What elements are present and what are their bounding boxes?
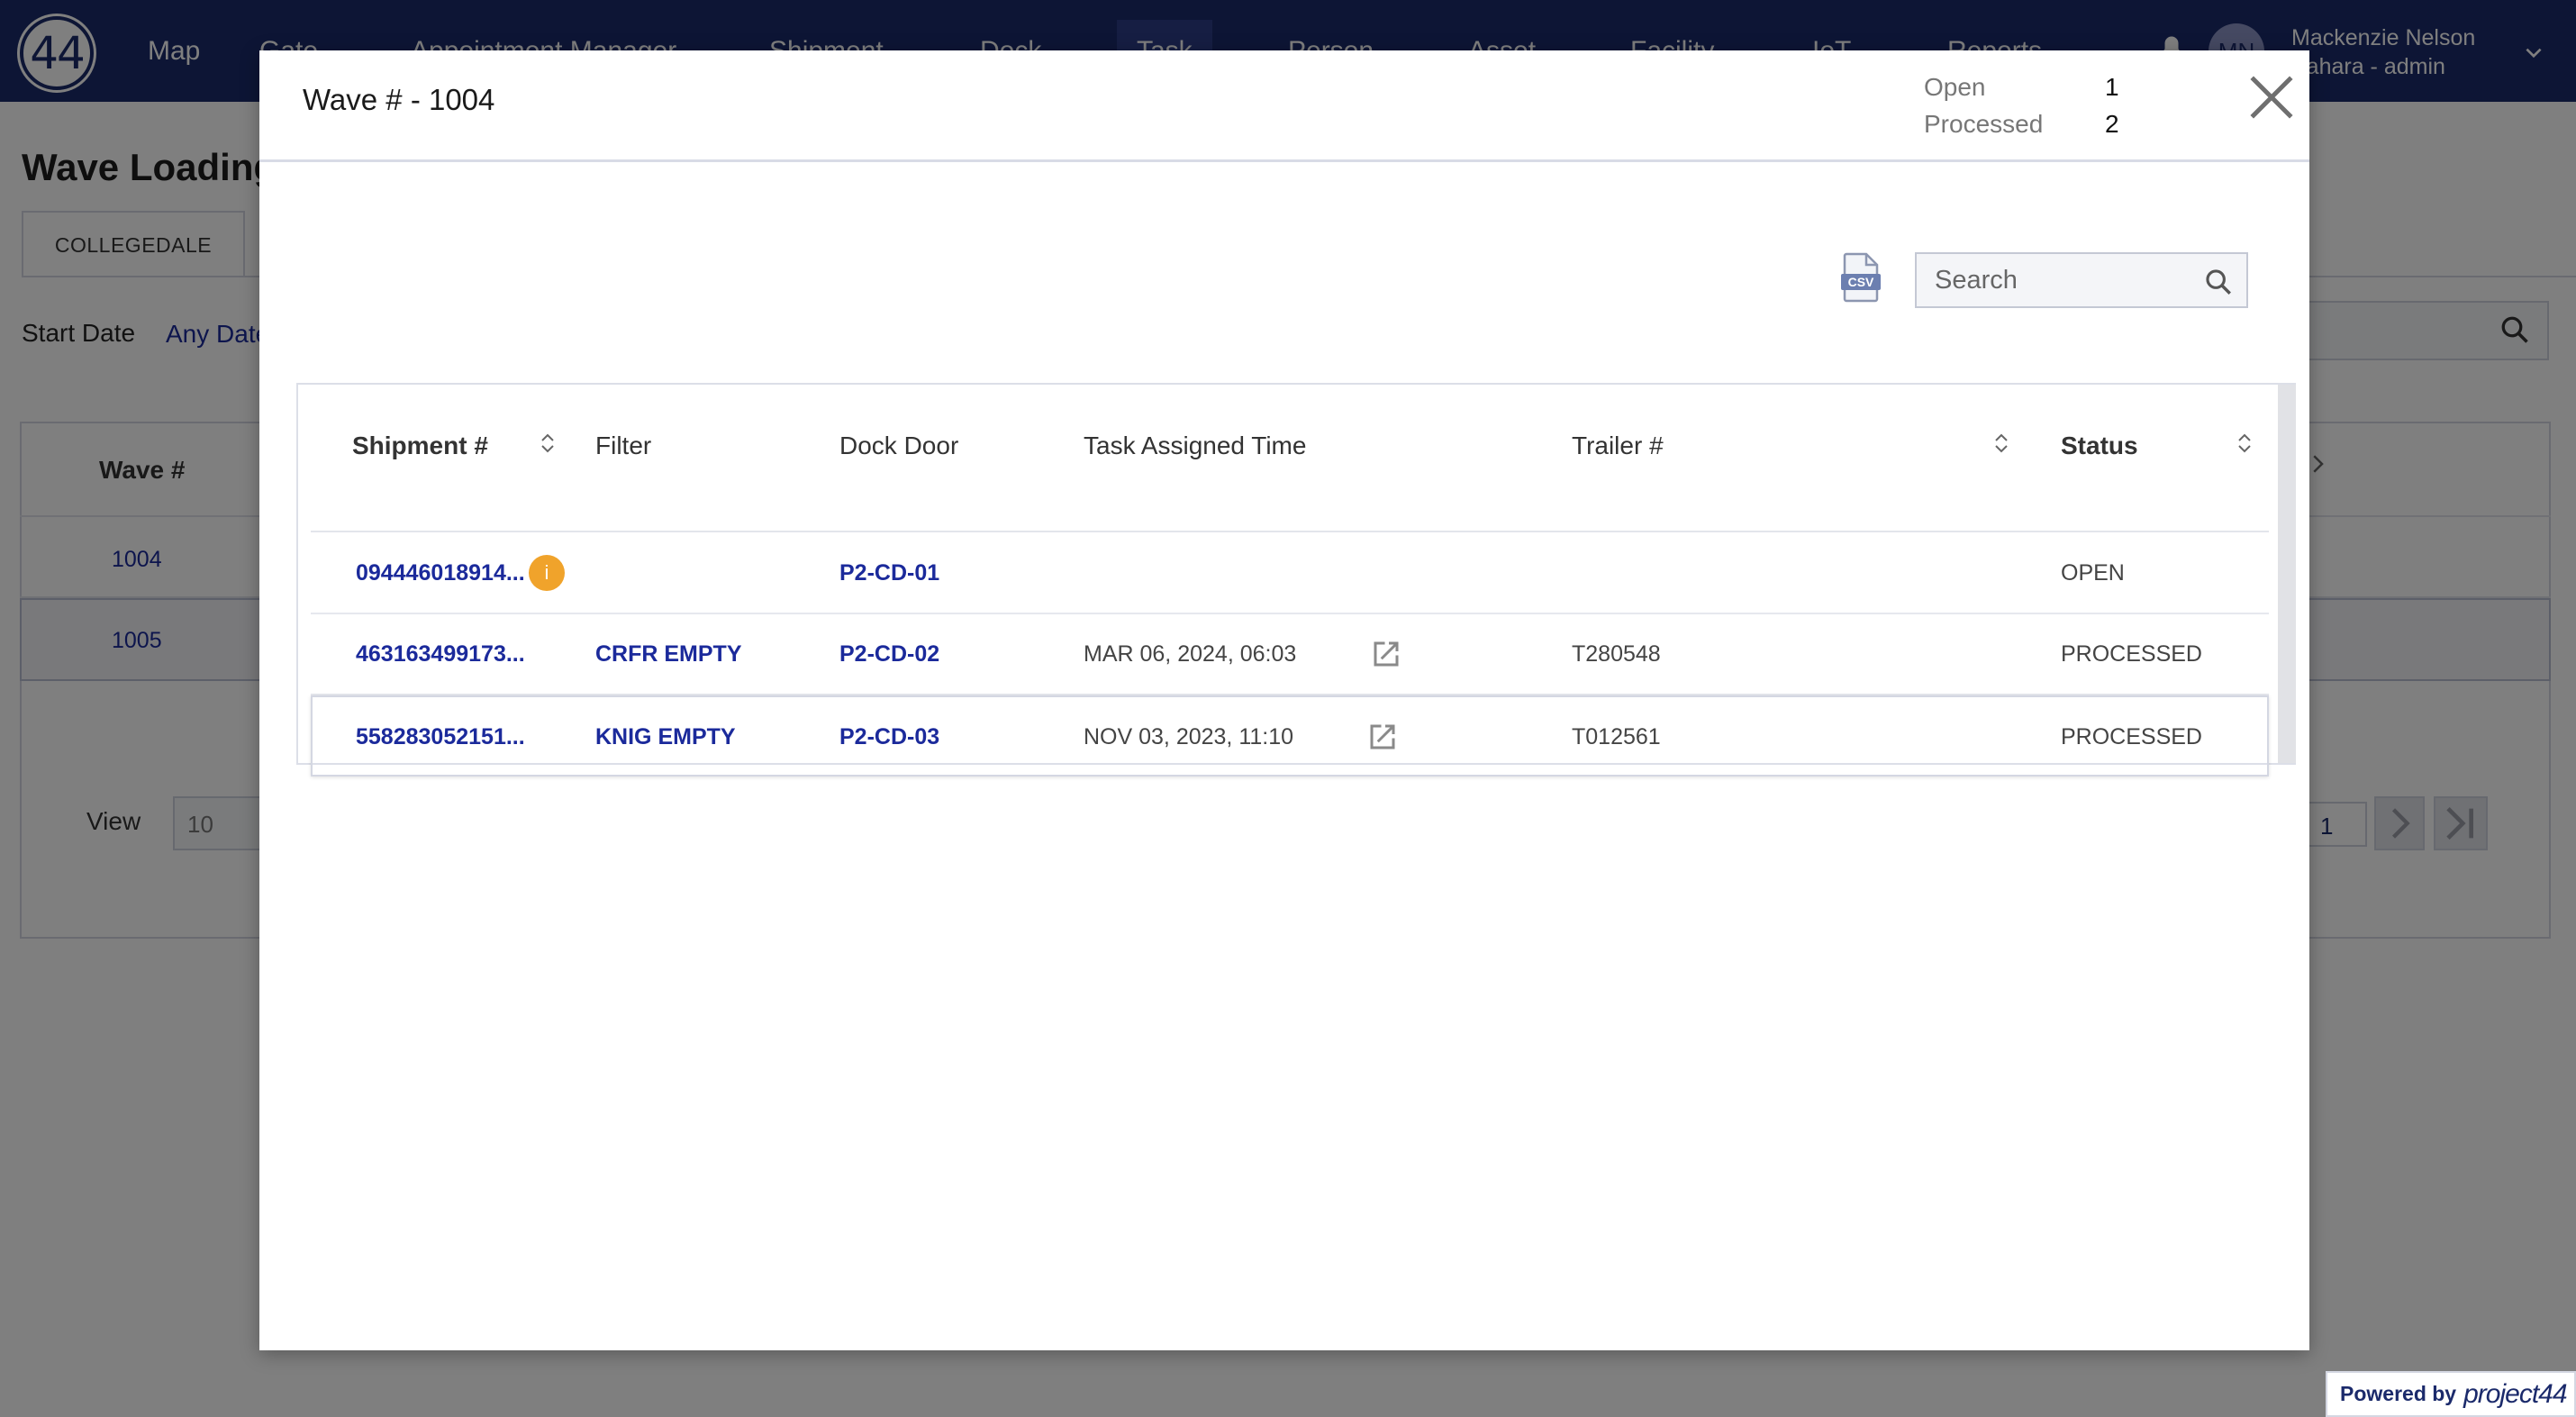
filter-link[interactable]: CRFR EMPTY [595, 641, 742, 668]
table-row[interactable]: 094446018914... i P2-CD-01 OPEN [311, 533, 2269, 614]
csv-export-icon[interactable]: CSV [1839, 252, 1882, 303]
close-icon[interactable] [2246, 72, 2297, 123]
trailer-number: T012561 [1572, 724, 1661, 749]
info-icon[interactable]: i [529, 555, 565, 591]
processed-count-label: Processed [1924, 110, 2044, 138]
column-header-filter: Filter [595, 431, 652, 459]
open-count-value: 1 [2105, 73, 2119, 101]
status-text: PROCESSED [2061, 724, 2202, 749]
filter-link[interactable]: KNIG EMPTY [595, 724, 736, 750]
status-text: OPEN [2061, 560, 2125, 586]
open-external-icon[interactable] [1366, 721, 1399, 753]
column-header-status[interactable]: Status [2061, 431, 2138, 460]
table-row[interactable]: 463163499173... CRFR EMPTY P2-CD-02 MAR … [311, 614, 2269, 695]
modal-header: Wave # - 1004 Open 1 Processed 2 [259, 50, 2309, 162]
column-header-shipment[interactable]: Shipment # [352, 431, 488, 460]
table-scrollbar[interactable] [2278, 385, 2296, 763]
column-header-dock-door: Dock Door [839, 431, 959, 459]
column-header-task-assigned-time: Task Assigned Time [1084, 431, 1307, 459]
shipment-link[interactable]: 094446018914... [356, 560, 525, 586]
processed-count-value: 2 [2105, 110, 2119, 138]
powered-by-label: Powered by [2340, 1382, 2457, 1405]
dock-door-link[interactable]: P2-CD-01 [839, 560, 939, 586]
column-header-trailer: Trailer # [1572, 431, 1664, 459]
task-assigned-time: MAR 06, 2024, 06:03 [1084, 641, 1297, 667]
open-count-label: Open [1924, 73, 1986, 101]
csv-icon-text: CSV [1848, 275, 1874, 289]
wave-details-modal: Wave # - 1004 Open 1 Processed 2 CSV Shi… [259, 50, 2309, 1350]
open-external-icon[interactable] [1370, 638, 1402, 670]
search-box [1915, 252, 2248, 308]
table-row[interactable]: 558283052151... KNIG EMPTY P2-CD-03 NOV … [311, 695, 2269, 777]
sort-icon[interactable] [538, 430, 558, 457]
dock-door-link[interactable]: P2-CD-03 [839, 724, 939, 750]
info-badge-text: i [544, 561, 549, 584]
sort-icon[interactable] [1991, 430, 2011, 457]
search-input[interactable] [1917, 254, 2196, 306]
task-assigned-time: NOV 03, 2023, 11:10 [1084, 724, 1294, 749]
table-header-divider [311, 531, 2269, 532]
sort-icon[interactable] [2235, 430, 2254, 457]
dock-door-link[interactable]: P2-CD-02 [839, 641, 939, 668]
modal-title: Wave # - 1004 [303, 83, 495, 116]
project44-logo: project44 [2463, 1378, 2567, 1409]
shipments-table: Shipment # Filter Dock Door Task Assigne… [296, 383, 2296, 777]
shipment-link[interactable]: 463163499173... [356, 641, 525, 668]
shipment-link[interactable]: 558283052151... [356, 724, 525, 750]
trailer-number: T280548 [1572, 641, 1661, 667]
powered-by-badge: Powered by project44 [2326, 1371, 2576, 1417]
search-icon[interactable] [2203, 267, 2234, 297]
status-text: PROCESSED [2061, 641, 2202, 667]
